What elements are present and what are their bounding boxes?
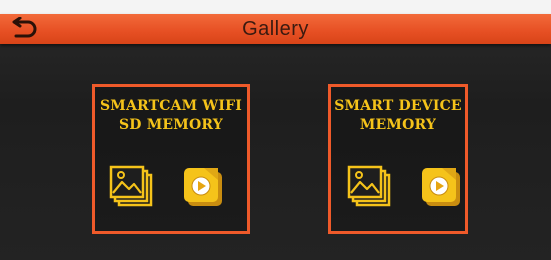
photo-gallery-icon[interactable] (347, 163, 395, 211)
header-bar: Gallery (0, 14, 551, 44)
video-gallery-icon[interactable] (419, 165, 463, 209)
photo-gallery-icon[interactable] (109, 163, 157, 211)
top-strip (0, 0, 551, 14)
smartcam-sd-memory-panel[interactable]: SMARTCAM WIFI SD MEMORY (92, 84, 250, 234)
gallery-screen: Gallery SMARTCAM WIFI SD MEMORY SMART DE… (0, 0, 551, 260)
panel-title: SMARTCAM WIFI SD MEMORY (99, 98, 242, 133)
panel-title: SMART DEVICE MEMORY (334, 98, 462, 133)
video-gallery-icon[interactable] (181, 165, 225, 209)
page-title: Gallery (242, 18, 309, 40)
smart-device-memory-panel[interactable]: SMART DEVICE MEMORY (328, 84, 468, 234)
